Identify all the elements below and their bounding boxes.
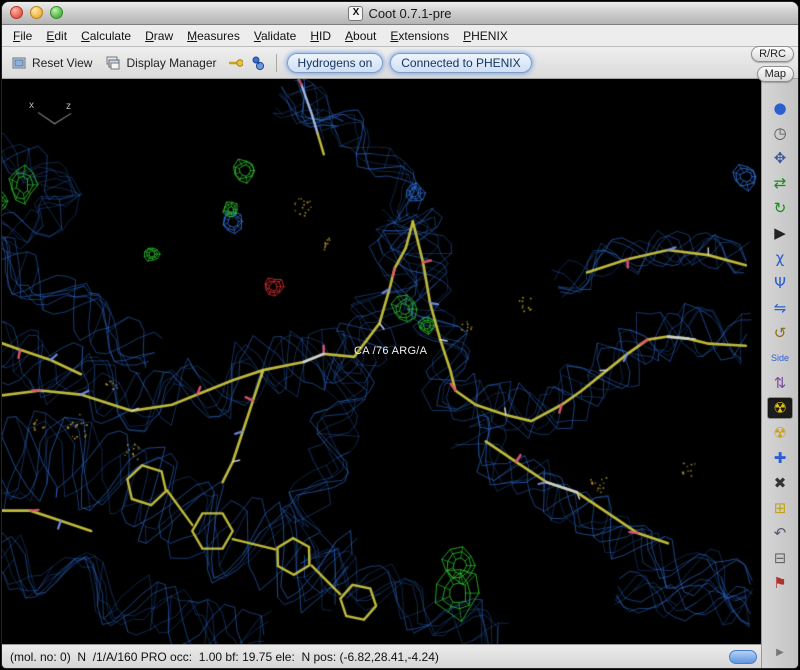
rotamers-icon[interactable]: Ψ <box>767 272 793 294</box>
menu-hid[interactable]: HID <box>303 27 338 45</box>
trash-icon[interactable]: ⊟ <box>767 547 793 569</box>
refinement-active-icon[interactable]: ☢ <box>767 397 793 419</box>
display-manager-button[interactable]: Display Manager <box>102 53 219 73</box>
main-area: x z CA /76 ARG/A (mol. no: 0) N /1/A/160… <box>2 79 798 668</box>
title-wrap: X Coot 0.7.1-pre <box>348 5 452 21</box>
menu-file[interactable]: File <box>6 27 39 45</box>
menu-validate[interactable]: Validate <box>247 27 304 45</box>
gl-viewport[interactable]: x z CA /76 ARG/A <box>2 79 761 644</box>
close-button[interactable] <box>10 6 23 19</box>
side-chain-180-icon[interactable]: Side <box>767 347 793 369</box>
key-icon[interactable] <box>227 55 243 71</box>
real-space-refine-icon[interactable]: ⇄ <box>767 172 793 194</box>
map-sphere-icon[interactable]: ● <box>767 97 793 119</box>
pointer-icon[interactable]: ▶ <box>767 222 793 244</box>
window-controls <box>10 6 63 19</box>
reset-view-button[interactable]: Reset View <box>8 53 95 73</box>
clock-icon[interactable]: ◷ <box>767 122 793 144</box>
status-text: (mol. no: 0) N /1/A/160 PRO occ: 1.00 bf… <box>10 649 439 664</box>
backrub-rotamer-icon[interactable]: ↺ <box>767 322 793 344</box>
phenix-status-button[interactable]: Connected to PHENIX <box>390 52 532 73</box>
rrc-button[interactable]: R/RC <box>751 46 794 62</box>
map-button[interactable]: Map <box>756 66 794 82</box>
undo-icon[interactable]: ↶ <box>767 522 793 544</box>
statusbar: (mol. no: 0) N /1/A/160 PRO occ: 1.00 bf… <box>2 644 761 668</box>
reset-view-icon <box>11 55 27 71</box>
menu-about[interactable]: About <box>338 27 383 45</box>
chi-angles-icon[interactable]: χ <box>767 247 793 269</box>
viewport-column: x z CA /76 ARG/A (mol. no: 0) N /1/A/160… <box>2 79 761 668</box>
minimize-button[interactable] <box>30 6 43 19</box>
menu-extensions[interactable]: Extensions <box>383 27 456 45</box>
toolbar-overflow-icon[interactable]: ▶ <box>767 642 793 664</box>
toolbar-separator <box>275 53 277 72</box>
delete-item-icon[interactable]: ✖ <box>767 472 793 494</box>
menu-draw[interactable]: Draw <box>138 27 180 45</box>
display-manager-icon <box>105 55 121 71</box>
coot-window: X Coot 0.7.1-pre File Edit Calculate Draw Me… <box>1 1 799 669</box>
menu-edit[interactable]: Edit <box>39 27 74 45</box>
window-title: Coot 0.7.1-pre <box>368 5 452 21</box>
x11-icon: X <box>348 5 364 21</box>
menu-phenix[interactable]: PHENIX <box>456 27 515 45</box>
menubar: File Edit Calculate Draw Measures Validate HID… <box>2 25 798 47</box>
menu-calculate[interactable]: Calculate <box>74 27 138 45</box>
display-manager-label: Display Manager <box>126 55 217 70</box>
mutate-icon[interactable]: ⇅ <box>767 372 793 394</box>
hydrogens-toggle-button[interactable]: Hydrogens on <box>286 52 384 73</box>
add-atom-icon[interactable]: ⊞ <box>767 497 793 519</box>
regularize-zone-icon[interactable]: ↻ <box>767 197 793 219</box>
right-toolbar: ● ◷ ✥ ⇄ ↻ ▶ χ Ψ ⇋ ↺ Side ⇅ ☢ ☢ ✚ ✖ ⊞ ↶ ⊟ ⚑ ▶ <box>761 79 798 668</box>
radiation-icon[interactable]: ☢ <box>767 422 793 444</box>
gl-canvas[interactable] <box>2 79 761 644</box>
molecule-icon[interactable] <box>250 55 266 71</box>
reset-view-label: Reset View <box>32 55 93 70</box>
move-zone-icon[interactable]: ✥ <box>767 147 793 169</box>
titlebar[interactable]: X Coot 0.7.1-pre <box>2 2 798 25</box>
menu-measures[interactable]: Measures <box>180 27 247 45</box>
add-terminal-residue-icon[interactable]: ✚ <box>767 447 793 469</box>
flip-peptide-icon[interactable]: ⇋ <box>767 297 793 319</box>
zoom-button[interactable] <box>50 6 63 19</box>
status-scroll-thumb[interactable] <box>729 650 757 664</box>
display-flag-icon[interactable]: ⚑ <box>767 572 793 594</box>
toolbar: Reset View Display Manager Hydrogens on … <box>2 47 798 79</box>
